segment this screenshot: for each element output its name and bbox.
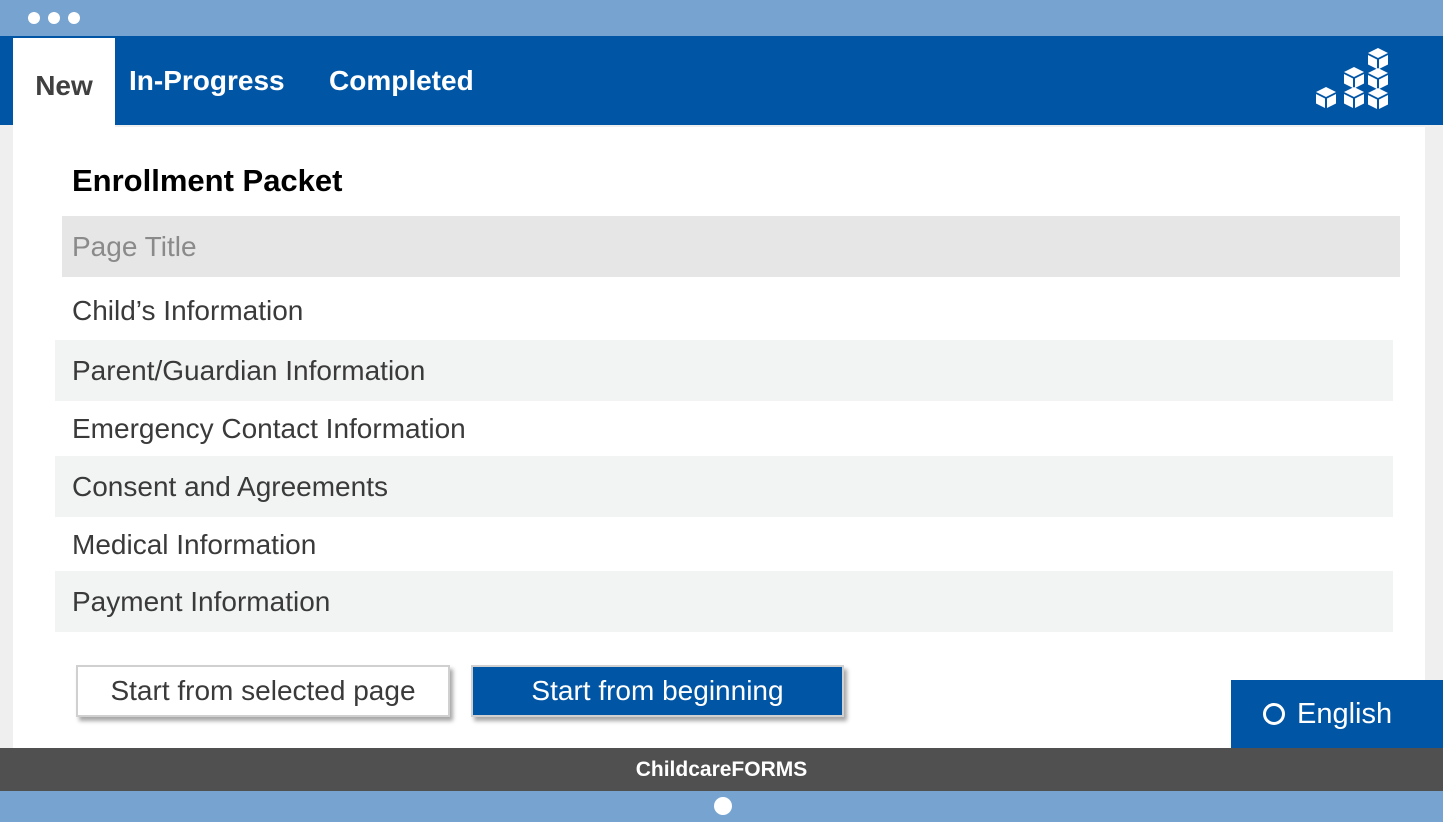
tab-in-progress[interactable]: In-Progress <box>129 36 285 125</box>
tab-label: New <box>35 70 93 101</box>
packet-title: Enrollment Packet <box>72 163 343 198</box>
page-row[interactable]: Emergency Contact Information <box>55 398 1393 459</box>
language-selector[interactable]: English <box>1231 680 1443 748</box>
home-indicator-icon[interactable] <box>714 797 732 815</box>
footer-brand: ChildcareFORMS <box>635 757 808 781</box>
page-row-label: Medical Information <box>72 528 317 560</box>
start-from-beginning-button[interactable]: Start from beginning <box>471 665 844 717</box>
window-control-dot[interactable] <box>68 12 80 24</box>
window-control-dot[interactable] <box>48 12 60 24</box>
page-row-label: Parent/Guardian Information <box>72 354 426 386</box>
top-nav: New In-Progress Completed <box>0 36 1443 128</box>
list-header-label: Page Title <box>72 230 197 262</box>
page-row-label: Child’s Information <box>72 294 304 326</box>
page-row[interactable]: Consent and Agreements <box>55 456 1393 517</box>
radio-circle-icon <box>1263 703 1285 725</box>
page-row-label: Emergency Contact Information <box>72 412 466 444</box>
list-header: Page Title <box>62 216 1400 277</box>
page-row[interactable]: Medical Information <box>55 514 1393 575</box>
tab-label: In-Progress <box>129 64 285 96</box>
language-label: English <box>1297 697 1393 730</box>
bottom-bar <box>0 791 1443 822</box>
window-control-dot[interactable] <box>28 12 40 24</box>
start-from-selected-page-button[interactable]: Start from selected page <box>76 665 450 717</box>
page-row[interactable]: Child’s Information <box>55 280 1393 341</box>
tab-label: Completed <box>329 64 474 96</box>
tab-new[interactable]: New <box>13 38 115 128</box>
page-row[interactable]: Payment Information <box>55 571 1393 632</box>
tab-completed[interactable]: Completed <box>329 36 474 125</box>
footer-bar: ChildcareFORMS <box>0 748 1443 791</box>
page-row-label: Consent and Agreements <box>72 470 388 502</box>
page-row[interactable]: Parent/Guardian Information <box>55 340 1393 401</box>
page-row-label: Payment Information <box>72 585 331 617</box>
window-title-bar <box>0 0 1443 36</box>
stacked-cubes-icon <box>1316 48 1388 109</box>
